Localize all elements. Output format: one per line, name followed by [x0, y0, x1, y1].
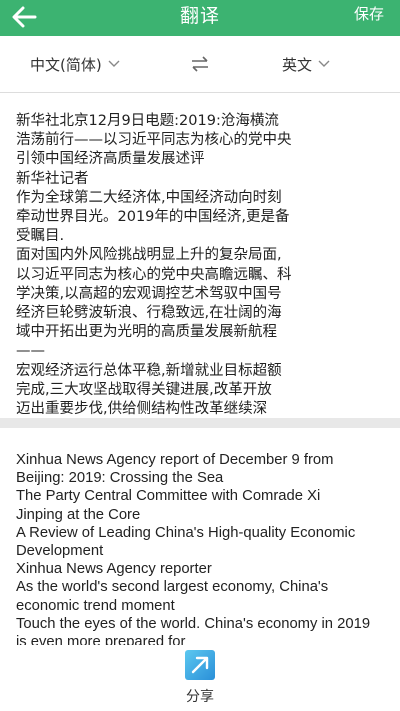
- source-text-line: 宏观经济运行总体平稳,新增就业目标超额: [16, 362, 282, 379]
- chevron-down-icon: [108, 60, 120, 67]
- source-text-line: 域中开拓出更为光明的高质量发展新航程: [16, 324, 277, 341]
- source-text-line: 受瞩目.: [16, 228, 65, 245]
- app-header: 翻译 保存: [0, 0, 400, 36]
- share-arrow-icon: [185, 650, 215, 680]
- arrow-left-icon: [12, 6, 37, 28]
- back-button[interactable]: [8, 2, 40, 32]
- target-language-label: 英文: [282, 55, 313, 74]
- chevron-down-icon: [318, 60, 330, 67]
- translation-line: A Review of Leading China's High-quality…: [16, 524, 356, 541]
- source-text-line: 牵动世界目光。2019年的中国经济,更是备: [16, 209, 290, 226]
- translation-line: economic trend moment: [16, 597, 175, 614]
- source-text-line: 以习近平同志为核心的党中央高瞻远瞩、科: [16, 266, 292, 283]
- source-text-line: 学决策,以高超的宏观调控艺术驾驭中国号: [16, 285, 282, 302]
- translation-line: As the world's second largest economy, C…: [16, 579, 329, 596]
- source-text-area[interactable]: 新华社北京12月9日电题:2019:沧海横流 浩荡前行——以习近平同志为核心的党中…: [16, 112, 388, 419]
- page-title: 翻译: [179, 5, 220, 27]
- source-text-line: 引领中国经济高质量发展述评: [16, 151, 205, 168]
- translation-line: Beijing: 2019: Crossing the Sea: [16, 470, 224, 487]
- translation-line: is even more prepared for: [16, 634, 186, 645]
- language-bar: 中文(简体) 英文: [0, 36, 400, 93]
- translation-line: Xinhua News Agency reporter: [16, 561, 212, 578]
- translation-line: Xinhua News Agency report of December 9 …: [16, 452, 334, 468]
- source-text-line: 作为全球第二大经济体,中国经济动向时刻: [16, 189, 282, 206]
- source-text-line: 浩荡前行——以习近平同志为核心的党中央: [16, 132, 292, 149]
- source-text-line: 面对国内外风险挑战明显上升的复杂局面,: [16, 247, 282, 264]
- source-text-line: 迈出重要步伐,供给侧结构性改革继续深: [16, 401, 268, 418]
- source-text-line: 新华社北京12月9日电题:2019:沧海横流: [16, 113, 279, 129]
- source-language-selector[interactable]: 中文(简体): [30, 36, 120, 92]
- swap-languages-button[interactable]: [188, 52, 212, 76]
- source-text-line: 完成,三大攻坚战取得关键进展,改革开放: [16, 381, 272, 398]
- share-button[interactable]: 分享: [170, 650, 230, 708]
- source-language-label: 中文(简体): [30, 55, 102, 74]
- source-text-line: 新华社记者: [16, 170, 89, 187]
- translation-line: Touch the eyes of the world. China's eco…: [16, 615, 371, 632]
- target-language-selector[interactable]: 英文: [282, 36, 330, 92]
- source-text-line: ——: [16, 343, 45, 360]
- save-button[interactable]: 保存: [354, 0, 384, 30]
- translation-line: Jinping at the Core: [16, 506, 141, 523]
- swap-icon: [192, 56, 208, 72]
- source-text-line: 经济巨轮劈波斩浪、行稳致远,在壮阔的海: [16, 305, 282, 322]
- translation-line: The Party Central Committee with Comrade…: [16, 488, 321, 505]
- translation-result: Xinhua News Agency report of December 9 …: [16, 451, 388, 645]
- share-label: 分享: [186, 689, 214, 705]
- translation-line: Development: [16, 543, 104, 560]
- section-divider: [0, 418, 400, 428]
